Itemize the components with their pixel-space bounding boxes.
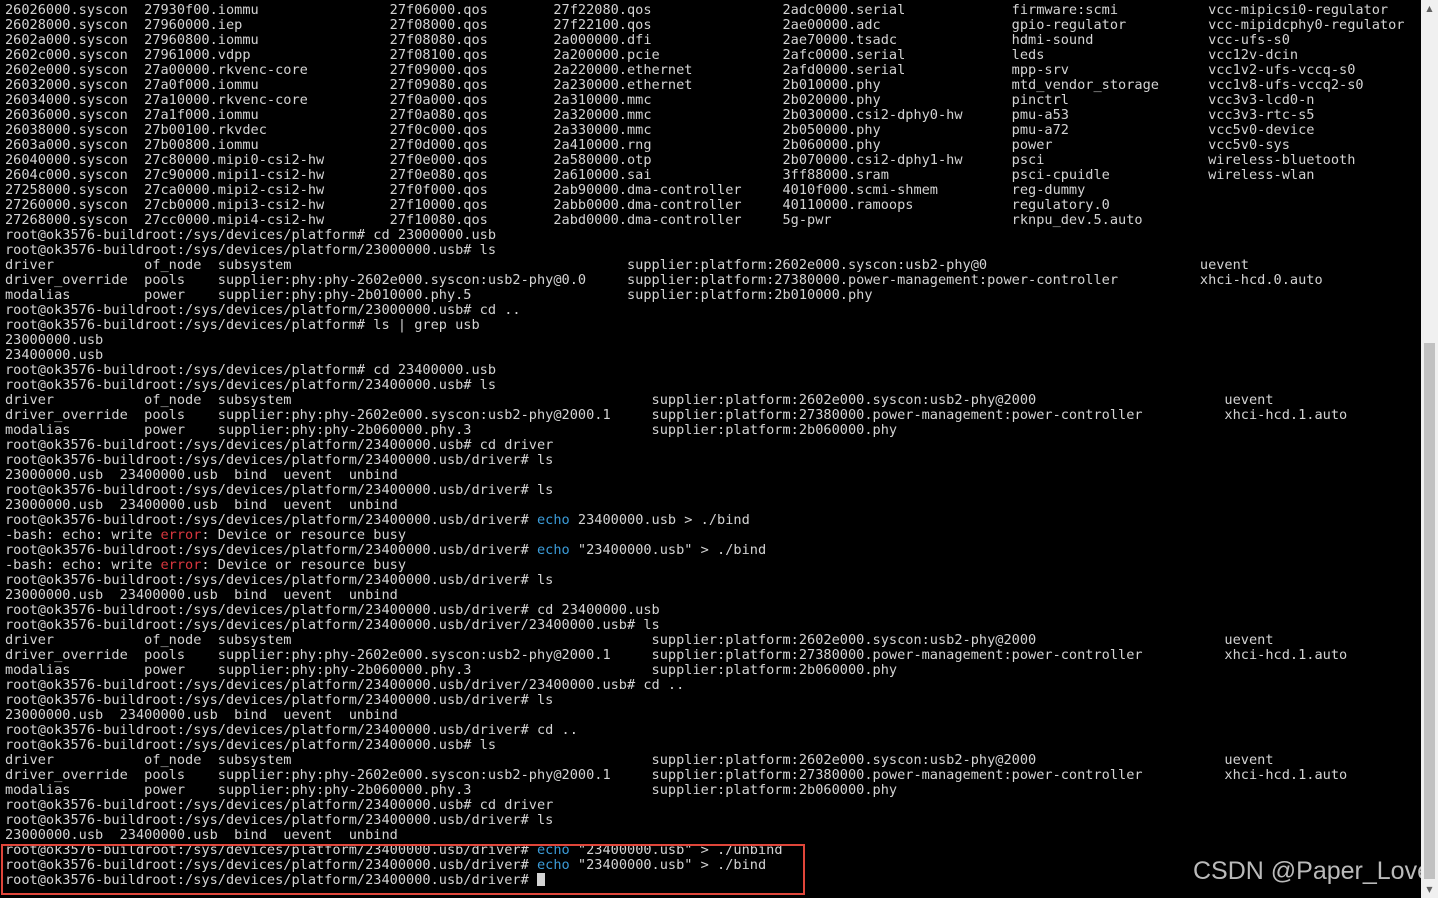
terminal-line: root@ok3576-buildroot:/sys/devices/platf…	[5, 722, 578, 738]
terminal-line: root@ok3576-buildroot:/sys/devices/platf…	[5, 812, 554, 828]
terminal-line: driver_override pools supplier:phy:phy-2…	[5, 272, 1323, 288]
terminal-line: root@ok3576-buildroot:/sys/devices/platf…	[5, 602, 660, 618]
terminal-line: 26028000.syscon 27960000.iep 27f08000.qo…	[5, 17, 1405, 33]
terminal-line: root@ok3576-buildroot:/sys/devices/platf…	[5, 572, 554, 588]
terminal-line: 23000000.usb	[5, 332, 104, 348]
highlight-annotation-box	[1, 844, 805, 895]
command-keyword: echo	[536, 512, 570, 528]
terminal-line: root@ok3576-buildroot:/sys/devices/platf…	[5, 482, 554, 498]
error-keyword: error	[160, 527, 202, 543]
terminal-line: driver_override pools supplier:phy:phy-2…	[5, 767, 1348, 783]
terminal-line: 26036000.syscon 27a1f000.iommu 27f0a080.…	[5, 107, 1315, 123]
terminal-line: modalias power supplier:phy:phy-2b060000…	[5, 782, 898, 798]
error-keyword: error	[160, 557, 202, 573]
terminal-line: root@ok3576-buildroot:/sys/devices/platf…	[5, 317, 480, 333]
watermark: CSDN @Paper_Love	[1193, 857, 1431, 885]
terminal-line: root@ok3576-buildroot:/sys/devices/platf…	[5, 437, 554, 453]
terminal-line: -bash: echo: write error: Device or reso…	[5, 557, 407, 573]
terminal-line: 23000000.usb 23400000.usb bind uevent un…	[5, 497, 398, 513]
terminal-line: root@ok3576-buildroot:/sys/devices/platf…	[5, 542, 767, 558]
terminal-line: modalias power supplier:phy:phy-2b010000…	[5, 287, 873, 303]
vertical-scrollbar[interactable]: ▲ ▼	[1421, 0, 1438, 898]
scrollbar-thumb[interactable]	[1424, 343, 1435, 879]
terminal-line: 27258000.syscon 27ca0000.mipi2-csi2-hw 2…	[5, 182, 1086, 198]
terminal-line: 26040000.syscon 27c80000.mipi0-csi2-hw 2…	[5, 152, 1356, 168]
terminal-line: root@ok3576-buildroot:/sys/devices/platf…	[5, 692, 554, 708]
terminal-line: driver of_node subsystem supplier:platfo…	[5, 392, 1274, 408]
terminal-line: driver of_node subsystem supplier:platfo…	[5, 257, 1249, 273]
scroll-up-icon[interactable]: ▲	[1421, 0, 1438, 17]
terminal-line: 26032000.syscon 27a0f000.iommu 27f09080.…	[5, 77, 1364, 93]
terminal-line: 23000000.usb 23400000.usb bind uevent un…	[5, 707, 398, 723]
terminal-line: root@ok3576-buildroot:/sys/devices/platf…	[5, 512, 750, 528]
terminal-line: root@ok3576-buildroot:/sys/devices/platf…	[5, 797, 554, 813]
terminal-line: root@ok3576-buildroot:/sys/devices/platf…	[5, 362, 497, 378]
terminal-line: 23400000.usb	[5, 347, 104, 363]
terminal-line: root@ok3576-buildroot:/sys/devices/platf…	[5, 377, 497, 393]
terminal-line: 26038000.syscon 27b00100.rkvdec 27f0c000…	[5, 122, 1315, 138]
terminal-line: driver_override pools supplier:phy:phy-2…	[5, 647, 1348, 663]
terminal-line: 23000000.usb 23400000.usb bind uevent un…	[5, 827, 398, 843]
terminal-line: 26026000.syscon 27930f00.iommu 27f06000.…	[5, 2, 1389, 18]
terminal-line: 23000000.usb 23400000.usb bind uevent un…	[5, 467, 398, 483]
terminal-line: root@ok3576-buildroot:/sys/devices/platf…	[5, 302, 521, 318]
terminal-line: modalias power supplier:phy:phy-2b060000…	[5, 662, 898, 678]
terminal-line: root@ok3576-buildroot:/sys/devices/platf…	[5, 227, 497, 243]
terminal-line: driver of_node subsystem supplier:platfo…	[5, 632, 1274, 648]
command-keyword: echo	[536, 542, 570, 558]
terminal-line: root@ok3576-buildroot:/sys/devices/platf…	[5, 617, 660, 633]
terminal-line: 2602e000.syscon 27a00000.rkvenc-core 27f…	[5, 62, 1356, 78]
terminal-line: root@ok3576-buildroot:/sys/devices/platf…	[5, 677, 685, 693]
terminal-line: 23000000.usb 23400000.usb bind uevent un…	[5, 587, 398, 603]
terminal-line: 2604c000.syscon 27c90000.mipi1-csi2-hw 2…	[5, 167, 1315, 183]
terminal-line: 2602c000.syscon 27961000.vdpp 27f08100.q…	[5, 47, 1299, 63]
terminal-line: 27260000.syscon 27cb0000.mipi3-csi2-hw 2…	[5, 197, 1110, 213]
terminal-line: 2602a000.syscon 27960800.iommu 27f08080.…	[5, 32, 1290, 48]
terminal-line: root@ok3576-buildroot:/sys/devices/platf…	[5, 737, 497, 753]
terminal-line: root@ok3576-buildroot:/sys/devices/platf…	[5, 242, 497, 258]
terminal-line: -bash: echo: write error: Device or reso…	[5, 527, 407, 543]
scroll-down-icon[interactable]: ▼	[1421, 881, 1438, 898]
terminal-line: driver of_node subsystem supplier:platfo…	[5, 752, 1274, 768]
terminal-window[interactable]: 26026000.syscon 27930f00.iommu 27f06000.…	[0, 0, 1421, 898]
terminal-line: driver_override pools supplier:phy:phy-2…	[5, 407, 1348, 423]
terminal-line: 2603a000.syscon 27b00800.iommu 27f0d000.…	[5, 137, 1290, 153]
terminal-line: root@ok3576-buildroot:/sys/devices/platf…	[5, 452, 554, 468]
terminal-line: modalias power supplier:phy:phy-2b060000…	[5, 422, 898, 438]
terminal-line: 26034000.syscon 27a10000.rkvenc-core 27f…	[5, 92, 1315, 108]
terminal-line: 27268000.syscon 27cc0000.mipi4-csi2-hw 2…	[5, 212, 1143, 228]
